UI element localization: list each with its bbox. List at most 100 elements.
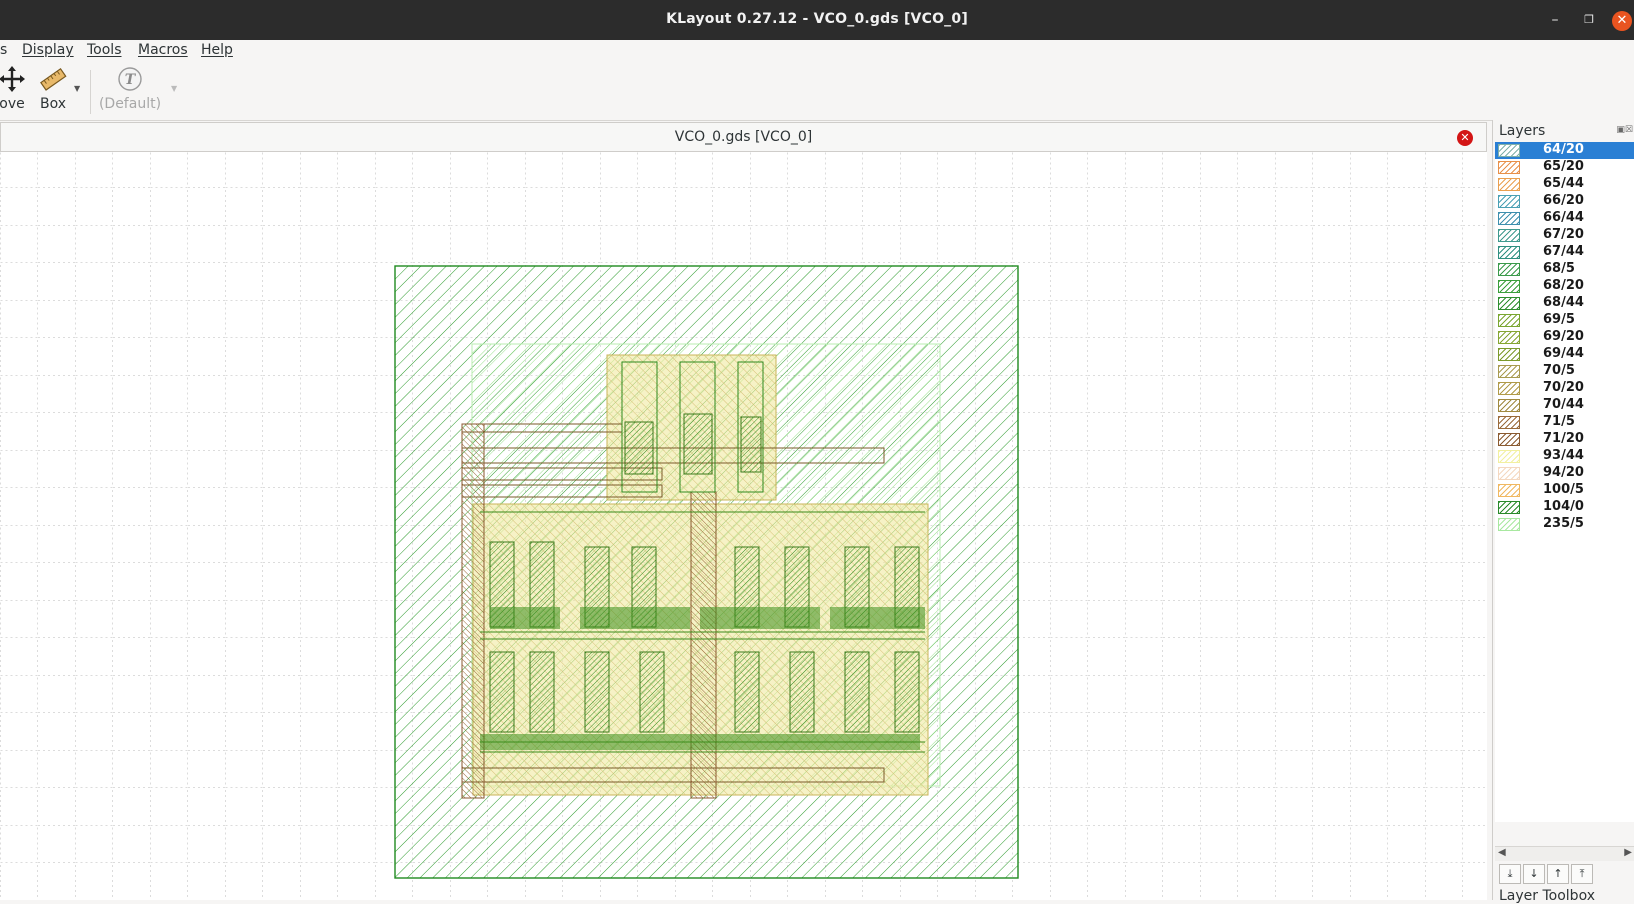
layer-row[interactable]: 67/44 [1495, 244, 1634, 261]
layer-swatch [1498, 297, 1520, 310]
scroll-right-icon[interactable]: ▶ [1624, 847, 1632, 858]
layer-row[interactable]: 104/0 [1495, 499, 1634, 516]
move-icon [0, 66, 25, 92]
layout-canvas[interactable] [0, 152, 1487, 900]
move-to-bottom-icon[interactable]: ⤓ [1499, 864, 1521, 884]
text-dropdown-icon[interactable]: ▼ [171, 84, 177, 93]
text-icon: T [118, 67, 142, 91]
layer-swatch [1498, 433, 1520, 446]
text-tool-button[interactable]: T (Default) [98, 64, 162, 112]
title-bar: KLayout 0.27.12 - VCO_0.gds [VCO_0] – ❐ … [0, 0, 1634, 40]
layer-swatch [1498, 467, 1520, 480]
layer-row[interactable]: 70/5 [1495, 363, 1634, 380]
scroll-left-icon[interactable]: ◀ [1498, 847, 1506, 858]
move-to-top-icon[interactable]: ⤒ [1571, 864, 1593, 884]
layer-row[interactable]: 70/20 [1495, 380, 1634, 397]
layer-row[interactable]: 66/44 [1495, 210, 1634, 227]
layer-swatch [1498, 365, 1520, 378]
layer-name: 69/5 [1543, 312, 1575, 327]
layer-swatch [1498, 501, 1520, 514]
layer-name: 100/5 [1543, 482, 1584, 497]
move-tool-button[interactable]: ove [0, 64, 28, 112]
layer-name: 94/20 [1543, 465, 1584, 480]
layer-row[interactable]: 100/5 [1495, 482, 1634, 499]
layer-swatch [1498, 484, 1520, 497]
layer-name: 68/5 [1543, 261, 1575, 276]
layers-panel: Layers ▣☒ 64/20 65/20 65/44 66/20 66/44 67/20… [1492, 120, 1634, 904]
layer-swatch [1498, 331, 1520, 344]
layer-row[interactable]: 94/20 [1495, 465, 1634, 482]
layer-row[interactable]: 70/44 [1495, 397, 1634, 414]
layer-name: 69/20 [1543, 329, 1584, 344]
layer-row[interactable]: 64/20 [1495, 142, 1634, 159]
menu-macros[interactable]: Macros [138, 42, 188, 58]
toolbar-separator [90, 70, 91, 114]
minimize-icon[interactable]: – [1545, 10, 1565, 30]
text-tool-label: (Default) [98, 96, 162, 112]
svg-text:T: T [125, 72, 137, 88]
layer-name: 67/20 [1543, 227, 1584, 242]
layer-row[interactable]: 93/44 [1495, 448, 1634, 465]
layer-name: 67/44 [1543, 244, 1584, 259]
layer-row[interactable]: 65/44 [1495, 176, 1634, 193]
menu-bar: s Display Tools Macros Help [0, 40, 1634, 62]
layer-name: 104/0 [1543, 499, 1584, 514]
layer-swatch [1498, 212, 1520, 225]
layer-list[interactable]: 64/20 65/20 65/44 66/20 66/44 67/20 67/44 68/5 6… [1495, 142, 1634, 822]
move-up-icon[interactable]: ↑ [1547, 864, 1569, 884]
menu-tools[interactable]: Tools [87, 42, 122, 58]
layout-tab-header: VCO_0.gds [VCO_0] ✕ [0, 122, 1487, 152]
layer-swatch [1498, 229, 1520, 242]
layer-row[interactable]: 69/44 [1495, 346, 1634, 363]
layer-swatch [1498, 195, 1520, 208]
layer-name: 65/44 [1543, 176, 1584, 191]
maximize-icon[interactable]: ❐ [1579, 10, 1599, 30]
layer-row[interactable]: 71/5 [1495, 414, 1634, 431]
layer-swatch [1498, 280, 1520, 293]
layer-name: 235/5 [1543, 516, 1584, 531]
layer-swatch [1498, 263, 1520, 276]
layer-row[interactable]: 68/44 [1495, 295, 1634, 312]
close-tab-icon[interactable]: ✕ [1457, 130, 1473, 146]
menu-display[interactable]: Display [22, 42, 74, 58]
layer-name: 68/20 [1543, 278, 1584, 293]
layer-swatch [1498, 518, 1520, 531]
layer-name: 71/20 [1543, 431, 1584, 446]
layer-name: 64/20 [1543, 142, 1584, 157]
layer-name: 66/44 [1543, 210, 1584, 225]
layer-name: 70/20 [1543, 380, 1584, 395]
layer-row[interactable]: 67/20 [1495, 227, 1634, 244]
layer-swatch [1498, 348, 1520, 361]
layer-name: 70/5 [1543, 363, 1575, 378]
panel-float-icon[interactable]: ▣☒ [1616, 125, 1633, 135]
move-down-icon[interactable]: ↓ [1523, 864, 1545, 884]
box-dropdown-icon[interactable]: ▼ [74, 84, 80, 93]
layer-swatch [1498, 450, 1520, 463]
menu-help[interactable]: Help [201, 42, 233, 58]
layer-name: 70/44 [1543, 397, 1584, 412]
close-icon[interactable]: ✕ [1612, 11, 1632, 31]
layer-row[interactable]: 68/20 [1495, 278, 1634, 295]
layer-toolbox-title: Layer Toolbox [1499, 888, 1595, 904]
layout-tab-title: VCO_0.gds [VCO_0] [674, 129, 813, 145]
layer-row[interactable]: 65/20 [1495, 159, 1634, 176]
layer-swatch [1498, 382, 1520, 395]
layer-row[interactable]: 69/20 [1495, 329, 1634, 346]
layer-row[interactable]: 69/5 [1495, 312, 1634, 329]
layer-name: 93/44 [1543, 448, 1584, 463]
layer-swatch [1498, 161, 1520, 174]
layout-drawing[interactable] [0, 152, 1487, 900]
layer-swatch [1498, 416, 1520, 429]
layer-swatch [1498, 314, 1520, 327]
move-tool-label: ove [0, 96, 25, 112]
ruler-icon [40, 68, 67, 91]
layer-row[interactable]: 235/5 [1495, 516, 1634, 533]
layer-swatch [1498, 246, 1520, 259]
layer-row[interactable]: 68/5 [1495, 261, 1634, 278]
layer-row[interactable]: 71/20 [1495, 431, 1634, 448]
layer-swatch [1498, 178, 1520, 191]
box-tool-button[interactable]: Box [38, 64, 68, 112]
layer-row[interactable]: 66/20 [1495, 193, 1634, 210]
menu-file-partial[interactable]: s [0, 42, 7, 58]
layer-list-scrollbar[interactable]: ◀ ▶ [1495, 846, 1634, 861]
